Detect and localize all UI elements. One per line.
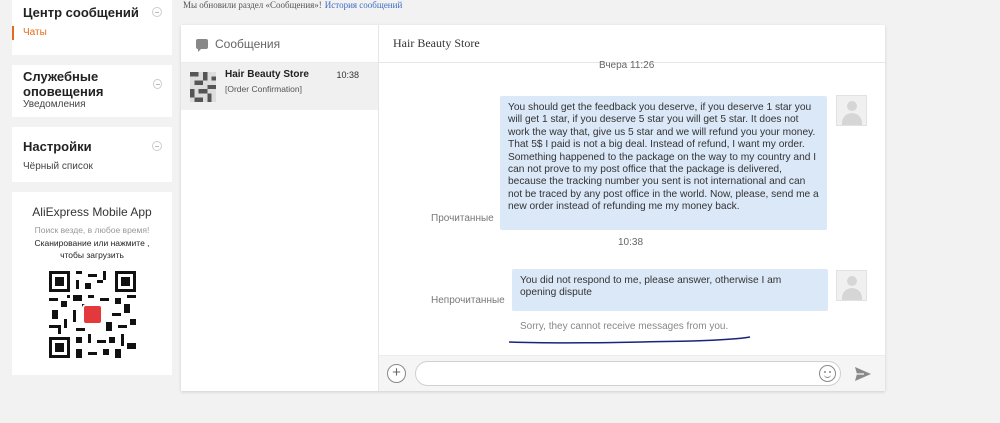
mobile-app-promo: AliExpress Mobile App Поиск везде, в люб…: [12, 192, 172, 375]
conversation-item[interactable]: Hair Beauty Store 10:38 [Order Confirmat…: [181, 63, 378, 110]
messages-panel: Сообщения Hair Beauty Store 10:38 [Order…: [181, 25, 885, 391]
aliexpress-logo-icon: [81, 304, 103, 325]
qr-code[interactable]: [48, 271, 136, 358]
update-notice: Мы обновили раздел «Сообщения»! История с…: [183, 0, 402, 10]
collapse-icon[interactable]: [152, 7, 162, 17]
app-promo-scan-line-1: Сканирование или нажмите ,: [34, 238, 150, 248]
user-avatar: [836, 270, 867, 301]
conversation-name: Hair Beauty Store: [225, 69, 309, 80]
user-avatar: [836, 95, 867, 126]
sidebar-section-settings: Настройки Чёрный список: [12, 127, 172, 182]
emoji-icon[interactable]: [819, 365, 836, 382]
send-icon[interactable]: [854, 366, 872, 382]
update-notice-text: Мы обновили раздел «Сообщения»!: [183, 0, 322, 10]
conversation-list-title: Сообщения: [215, 36, 281, 51]
sidebar-section-title: Настройки: [23, 138, 92, 154]
message-bubble: You did not respond to me, please answer…: [512, 269, 828, 311]
sidebar-section-messages: Центр сообщений Чаты: [12, 0, 172, 55]
collapse-icon[interactable]: [152, 141, 162, 151]
message-input-bar: +: [379, 355, 885, 391]
sidebar-item-chats[interactable]: Чаты: [12, 26, 172, 40]
chat-title: Hair Beauty Store: [379, 25, 885, 63]
sidebar-section-title: Служебные оповещения: [23, 69, 104, 99]
conversation-list: Сообщения Hair Beauty Store 10:38 [Order…: [181, 25, 379, 391]
read-status: Прочитанные: [431, 213, 494, 224]
message-icon: [196, 38, 208, 52]
conversation-list-header: Сообщения: [181, 25, 378, 63]
sidebar-item-notifications[interactable]: Уведомления: [12, 99, 172, 110]
store-avatar: [190, 72, 216, 102]
collapse-icon[interactable]: [153, 79, 162, 89]
message-timestamp: Вчера 11:26: [599, 60, 655, 71]
sidebar-section-title: Центр сообщений: [23, 4, 139, 20]
sidebar-item-blacklist[interactable]: Чёрный список: [12, 161, 172, 172]
chat-window: Hair Beauty Store Вчера 11:26 Прочитанны…: [379, 25, 885, 391]
message-timestamp: 10:38: [618, 237, 644, 248]
app-promo-search-note: Поиск везде, в любое время!: [34, 225, 150, 235]
message-bubble: You should get the feedback you deserve,…: [500, 96, 827, 230]
unread-status: Непрочитанные: [431, 295, 505, 306]
conversation-preview: [Order Confirmation]: [225, 84, 302, 94]
add-attachment-button[interactable]: +: [387, 364, 406, 383]
sidebar: Центр сообщений Чаты Служебные оповещени…: [12, 0, 172, 375]
app-promo-scan-line-2: чтобы загрузить: [60, 250, 124, 260]
message-history-link[interactable]: История сообщений: [325, 0, 402, 10]
conversation-time: 10:38: [336, 70, 359, 80]
sidebar-section-service: Служебные оповещения Уведомления: [12, 65, 172, 117]
app-promo-title: AliExpress Mobile App: [32, 205, 152, 219]
message-input[interactable]: [415, 361, 841, 386]
annotation-underline: [508, 336, 751, 344]
